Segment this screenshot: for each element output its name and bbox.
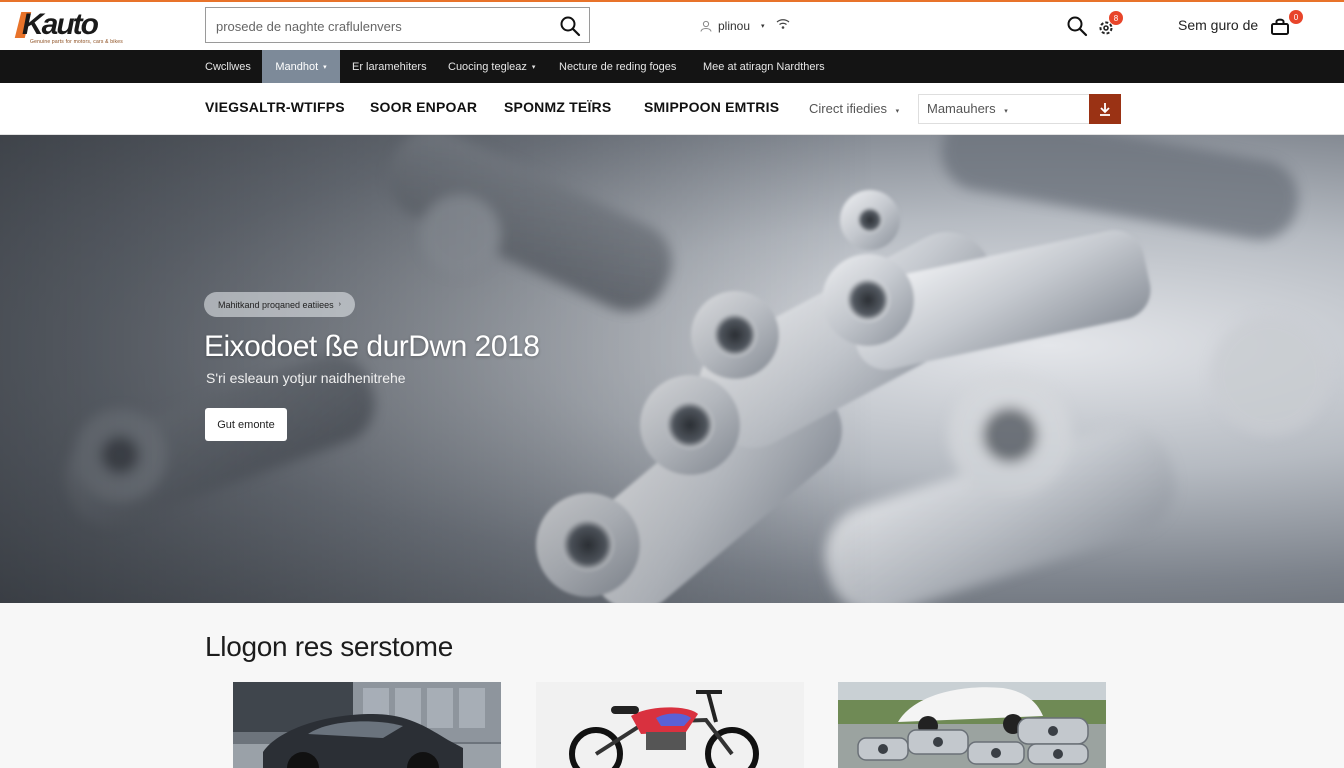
header: Kauto Genuine parts for motors, cars & b… [0, 2, 1344, 50]
featured-section-title: Llogon res serstome [205, 631, 453, 662]
search-box [205, 7, 590, 43]
nav-item-label: Mandhot [275, 60, 319, 73]
phone-label: plinou [718, 19, 751, 33]
secondary-category-label: Cirect ifiedies [809, 101, 888, 116]
cart-badge: 0 [1289, 10, 1303, 24]
chevron-down-icon: ▾ [323, 63, 327, 71]
account-label[interactable]: Sem guro de [1178, 17, 1258, 33]
hero-pill-label: Mahitkand proqaned eatiiees [218, 299, 334, 310]
chevron-down-icon: ▾ [1004, 108, 1008, 115]
search-icon[interactable] [559, 15, 581, 37]
hero-pill[interactable]: Mahitkand proqaned eatiiees › [204, 292, 355, 317]
nav-item-4[interactable]: Cuocing tegleaz ▾ [448, 50, 535, 83]
logo[interactable]: Kauto Genuine parts for motors, cars & b… [14, 8, 142, 46]
secondary-category[interactable]: Cirect ifiedies ▾ [809, 101, 899, 116]
phone-info[interactable]: plinou ▾ [700, 16, 765, 36]
motorcycle-image [536, 682, 804, 768]
logo-text: Kauto [22, 8, 99, 41]
search-input[interactable] [216, 16, 546, 36]
category-nav: VIEGSALTR-WTIFPS SOOR ENPOAR SPONMZ TEÏR… [0, 83, 1344, 135]
nav-item-label: Cwcllwes [205, 60, 251, 73]
nav-item-5[interactable]: Necture de reding foges [559, 50, 676, 83]
hero-subtitle: S'ri esleaun yotjur naidhenitrehe [206, 370, 406, 386]
page: Kauto Genuine parts for motors, cars & b… [0, 0, 1344, 768]
hero-title: Eixodoet ße durDwn 2018 [204, 330, 540, 363]
download-button[interactable] [1089, 94, 1121, 124]
category-2[interactable]: SOOR ENPOAR [370, 99, 477, 115]
parts-image [838, 682, 1106, 768]
header-search-icon[interactable] [1066, 15, 1088, 37]
nav-item-2-active[interactable]: Mandhot ▾ [262, 50, 340, 83]
featured-card-car[interactable] [233, 682, 501, 768]
nav-item-6[interactable]: Mee at atiragn Nardthers [703, 50, 825, 83]
hero-overlay [0, 135, 1344, 603]
category-3[interactable]: SPONMZ TEÏRS [504, 99, 611, 115]
wifi-icon [776, 19, 790, 29]
notification-badge: 8 [1109, 11, 1123, 25]
nav-item-1[interactable]: Cwcllwes [205, 50, 251, 83]
nav-item-label: Er laramehiters [352, 60, 427, 73]
hero-cta-button[interactable]: Gut emonte [205, 408, 287, 441]
nav-item-label: Cuocing tegleaz [448, 60, 527, 73]
car-image [233, 682, 501, 768]
main-nav: Cwcllwes Mandhot ▾ Er laramehiters Cuoci… [0, 50, 1344, 83]
filter-value: Mamauhers [927, 101, 996, 116]
chevron-down-icon: ▾ [895, 108, 900, 115]
category-1[interactable]: VIEGSALTR-WTIFPS [205, 99, 345, 115]
featured-card-parts[interactable] [838, 682, 1106, 768]
nav-item-label: Necture de reding foges [559, 60, 677, 73]
nav-item-label: Mee at atiragn Nardthers [703, 60, 825, 73]
logo-tagline: Genuine parts for motors, cars & bikes [30, 39, 123, 45]
download-icon [1100, 103, 1110, 116]
nav-item-3[interactable]: Er laramehiters [352, 50, 427, 83]
user-icon [700, 20, 712, 32]
category-4[interactable]: SMIPPOON EMTRIS [644, 99, 779, 115]
hero-banner: Mahitkand proqaned eatiiees › Eixodoet ß… [0, 135, 1344, 603]
featured-card-motorcycle[interactable] [536, 682, 804, 768]
filter-select[interactable]: Mamauhers ▾ [918, 94, 1090, 124]
chevron-down-icon: ▾ [761, 23, 765, 30]
chevron-down-icon: ▾ [531, 63, 536, 71]
chevron-right-icon: › [338, 301, 341, 308]
